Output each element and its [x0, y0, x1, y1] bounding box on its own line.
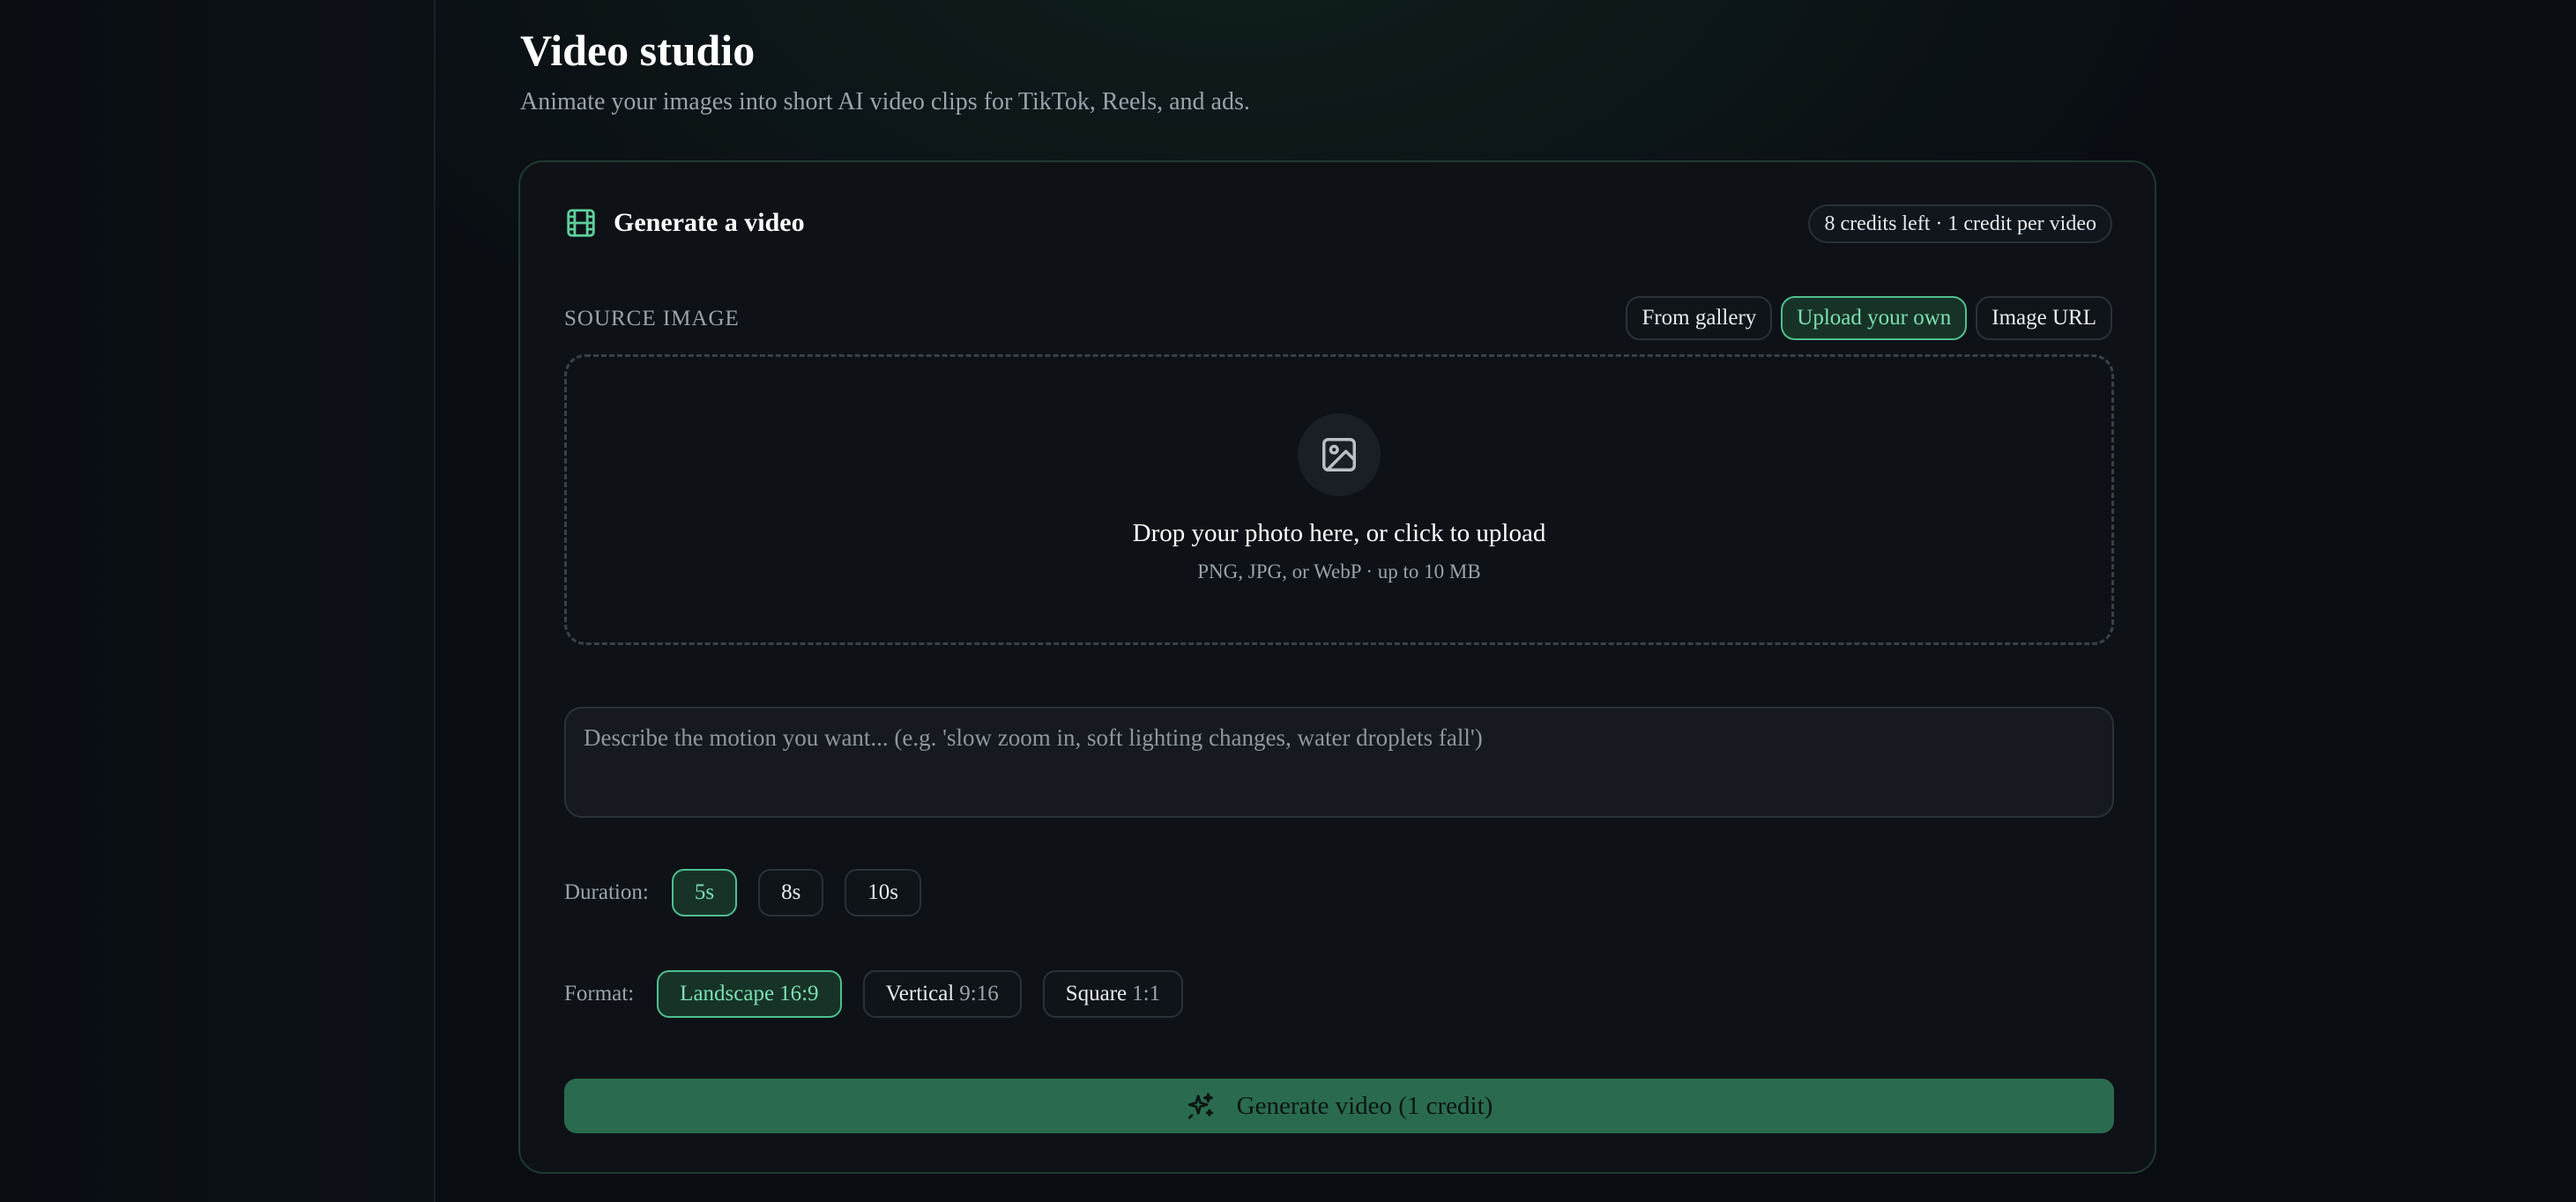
format-name: Landscape [680, 982, 775, 1005]
card-title: Generate a video [614, 208, 805, 237]
format-name: Square [1065, 982, 1128, 1005]
page-title: Video studio [520, 26, 756, 75]
motion-prompt-input[interactable] [564, 707, 2114, 818]
upload-dropzone[interactable]: Drop your photo here, or click to upload… [564, 354, 2114, 645]
image-icon [1322, 438, 1356, 471]
format-option-vertical[interactable]: Vertical 9:16 [862, 970, 1022, 1018]
format-ratio: 16:9 [779, 982, 819, 1005]
page: Video studio Animate your images into sh… [0, 0, 2576, 1202]
image-icon-container [1298, 413, 1381, 496]
generate-button-label: Generate video (1 credit) [1236, 1091, 1493, 1120]
left-sidebar [0, 0, 436, 1202]
format-ratio: 9:16 [959, 982, 999, 1005]
card-header: Generate a video [564, 206, 805, 240]
format-option-square[interactable]: Square 1:1 [1042, 970, 1184, 1018]
duration-option-5s[interactable]: 5s [671, 869, 738, 916]
duration-row: Duration: 5s 8s 10s [564, 869, 942, 916]
format-label: Format: [564, 982, 635, 1005]
credits-badge: 8 credits left · 1 credit per video [1808, 204, 2112, 243]
dropzone-hint: PNG, JPG, or WebP · up to 10 MB [1197, 560, 1481, 582]
source-image-label: SOURCE IMAGE [564, 307, 740, 330]
dropzone-title: Drop your photo here, or click to upload [1132, 519, 1546, 547]
tab-image-url[interactable]: Image URL [1976, 296, 2112, 340]
duration-label: Duration: [564, 880, 649, 904]
tab-from-gallery[interactable]: From gallery [1626, 296, 1773, 340]
format-row: Format: Landscape 16:9 Vertical 9:16 Squar… [564, 970, 1204, 1018]
generate-video-button[interactable]: Generate video (1 credit) [564, 1079, 2114, 1133]
format-ratio: 1:1 [1132, 982, 1161, 1005]
duration-option-8s[interactable]: 8s [758, 869, 824, 916]
film-icon [567, 209, 595, 237]
sparkle-icon [1187, 1093, 1213, 1119]
format-name: Vertical [885, 982, 955, 1005]
tab-upload-your-own[interactable]: Upload your own [1781, 296, 1968, 340]
generate-video-card: Generate a video 8 credits left · 1 cred… [518, 160, 2156, 1174]
source-tabs: From gallery Upload your own Image URL [1626, 296, 2112, 340]
duration-option-10s[interactable]: 10s [845, 869, 922, 916]
page-subtitle: Animate your images into short AI video … [520, 88, 1250, 115]
page-header: Video studio Animate your images into sh… [520, 23, 1250, 118]
format-option-landscape[interactable]: Landscape 16:9 [657, 970, 842, 1018]
